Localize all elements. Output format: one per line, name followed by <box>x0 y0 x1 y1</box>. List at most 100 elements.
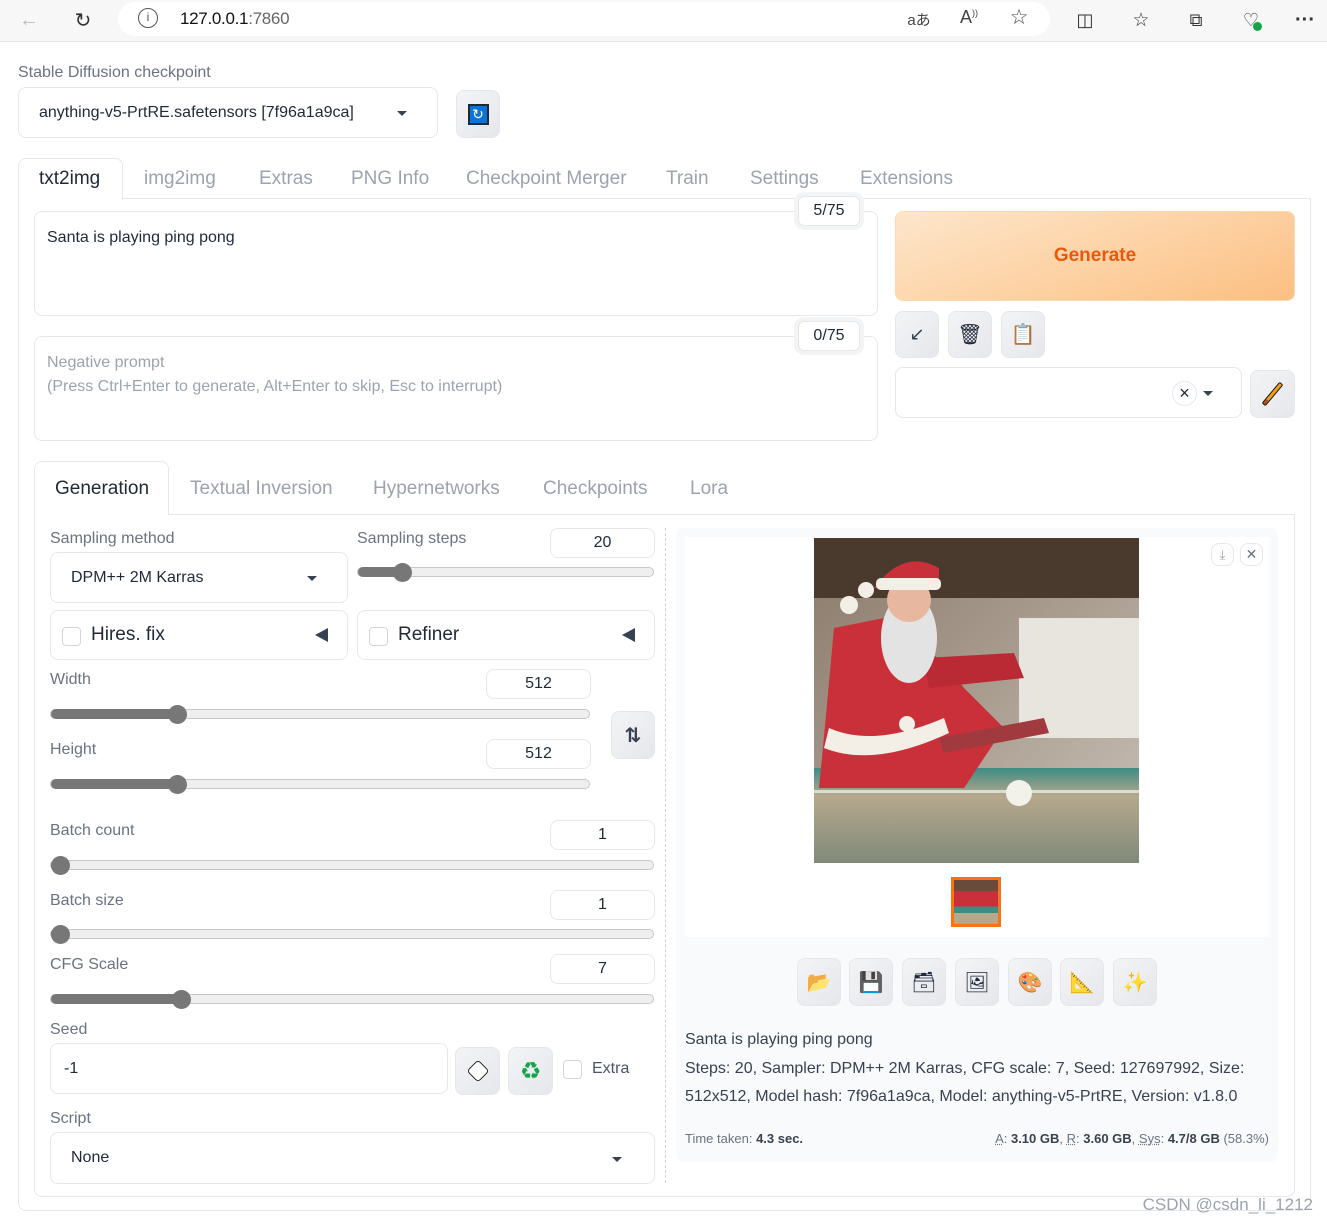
width-label: Width <box>50 671 91 688</box>
seed-value: -1 <box>64 1059 79 1077</box>
subtab-checkpoints[interactable]: Checkpoints <box>543 478 648 500</box>
zip-button[interactable]: 🗃 <box>902 958 946 1006</box>
refiner-accordion[interactable]: Refiner <box>357 610 655 660</box>
favorites-icon[interactable]: ☆ <box>1126 5 1156 35</box>
mem-sys-pct: (58.3%) <box>1223 1131 1269 1146</box>
paintbrush-icon <box>1261 381 1284 407</box>
save-button[interactable]: 💾 <box>849 958 893 1006</box>
seed-input[interactable]: -1 <box>50 1043 448 1094</box>
height-slider[interactable] <box>50 775 590 794</box>
cfg-scale-input[interactable]: 7 <box>550 954 655 984</box>
batch-size-slider[interactable] <box>50 925 654 944</box>
tab-txt2img[interactable]: txt2img <box>39 168 100 190</box>
prompt-token-counter: 5/75 <box>798 196 860 226</box>
negative-prompt-token-counter: 0/75 <box>798 321 860 351</box>
tab-png-info[interactable]: PNG Info <box>351 168 429 190</box>
slider-thumb[interactable] <box>51 925 70 944</box>
chevron-down-icon <box>397 111 407 116</box>
reload-icon[interactable]: ↻ <box>68 5 98 35</box>
tab-settings[interactable]: Settings <box>750 168 819 190</box>
upscale-sparkles-icon: ✨ <box>1122 971 1148 994</box>
tab-train[interactable]: Train <box>666 168 709 190</box>
negative-prompt-input[interactable] <box>34 336 878 441</box>
subtab-hypernetworks[interactable]: Hypernetworks <box>373 478 500 500</box>
send-to-extras-button[interactable]: 📐 <box>1060 958 1104 1006</box>
slider-thumb[interactable] <box>51 856 70 875</box>
download-button[interactable]: ⤓ <box>1211 543 1234 566</box>
swap-arrows-icon: ⇅ <box>624 724 642 747</box>
batch-size-input[interactable]: 1 <box>550 890 655 920</box>
close-icon: ✕ <box>1245 546 1258 562</box>
height-input[interactable]: 512 <box>486 739 591 769</box>
translate-icon[interactable]: aあ <box>904 9 934 30</box>
reuse-seed-button[interactable]: ♻ <box>508 1047 553 1095</box>
refiner-label: Refiner <box>398 624 460 645</box>
slider-fill <box>51 779 178 789</box>
tab-extensions[interactable]: Extensions <box>860 168 953 190</box>
refiner-checkbox[interactable] <box>369 627 388 646</box>
browser-toolbar: ← ↻ i 127.0.0.1:7860 aあ A)) ☆ ◫ ☆ ⧉ ♡ ··… <box>0 0 1327 42</box>
clipboard-icon: 📋 <box>1010 324 1036 346</box>
tab-img2img[interactable]: img2img <box>144 168 216 190</box>
random-seed-button[interactable] <box>455 1047 500 1095</box>
swap-dimensions-button[interactable]: ⇅ <box>611 711 655 759</box>
close-image-button[interactable]: ✕ <box>1240 543 1263 566</box>
clear-prompt-button[interactable]: 🗑 <box>948 311 992 358</box>
sampling-method-dropdown[interactable]: DPM++ 2M Karras <box>50 552 348 603</box>
tab-checkpoint-merger[interactable]: Checkpoint Merger <box>466 168 627 190</box>
column-separator <box>665 528 666 1183</box>
address-bar[interactable]: i 127.0.0.1:7860 aあ A)) ☆ <box>118 2 1050 36</box>
cfg-scale-label: CFG Scale <box>50 956 129 973</box>
open-folder-button[interactable]: 📂 <box>797 958 841 1006</box>
hires-fix-accordion[interactable]: Hires. fix <box>50 610 348 660</box>
width-input[interactable]: 512 <box>486 669 591 699</box>
split-screen-icon[interactable]: ◫ <box>1070 5 1100 35</box>
upscale-button[interactable]: ✨ <box>1113 958 1157 1006</box>
read-generation-params-button[interactable]: ↙ <box>895 311 939 358</box>
back-icon[interactable]: ← <box>14 5 44 35</box>
script-dropdown[interactable]: None <box>50 1132 655 1184</box>
tab-extras[interactable]: Extras <box>259 168 313 190</box>
subtab-generation[interactable]: Generation <box>55 478 149 500</box>
width-slider[interactable] <box>50 705 590 724</box>
prompt-input[interactable] <box>34 211 878 316</box>
recycle-icon: ♻ <box>519 1057 542 1085</box>
batch-count-slider[interactable] <box>50 856 654 875</box>
more-icon[interactable]: ··· <box>1290 5 1320 35</box>
generated-image[interactable] <box>814 538 1139 863</box>
browser-health-icon[interactable]: ♡ <box>1236 5 1266 35</box>
styles-dropdown[interactable]: × <box>895 367 1242 418</box>
hires-fix-checkbox[interactable] <box>62 627 81 646</box>
send-to-inpaint-button[interactable]: 🎨 <box>1008 958 1052 1006</box>
subtab-lora[interactable]: Lora <box>690 478 728 500</box>
sampling-steps-input[interactable]: 20 <box>550 528 655 558</box>
batch-count-label: Batch count <box>50 822 135 839</box>
apply-styles-button[interactable]: 📋 <box>1001 311 1045 358</box>
clear-styles-icon[interactable]: × <box>1172 381 1197 406</box>
info-prompt: Santa is playing ping pong <box>685 1031 873 1048</box>
cfg-scale-slider[interactable] <box>50 990 654 1009</box>
collapse-triangle-icon[interactable] <box>622 628 635 642</box>
batch-count-input[interactable]: 1 <box>550 820 655 850</box>
slider-thumb[interactable] <box>171 990 191 1009</box>
trash-icon: 🗑 <box>957 324 983 346</box>
collapse-triangle-icon[interactable] <box>315 628 328 642</box>
extra-seed-checkbox[interactable] <box>563 1060 582 1079</box>
mem-a-value: 3.10 GB <box>1010 1131 1060 1146</box>
checkpoint-dropdown[interactable]: anything-v5-PrtRE.safetensors [7f96a1a9c… <box>18 87 438 138</box>
send-to-extras-icon: 📐 <box>1069 971 1095 994</box>
image-thumbnail[interactable] <box>951 877 1001 927</box>
sampling-steps-slider[interactable] <box>357 563 654 582</box>
edit-styles-button[interactable] <box>1250 370 1295 418</box>
generate-button[interactable]: Generate <box>895 211 1295 301</box>
subtab-textual-inversion[interactable]: Textual Inversion <box>190 478 333 500</box>
time-taken: Time taken: 4.3 sec. <box>685 1131 803 1146</box>
refresh-checkpoint-button[interactable]: ↻ <box>456 90 500 138</box>
collections-icon[interactable]: ⧉ <box>1181 5 1211 35</box>
mem-a-label: A <box>995 1131 1004 1146</box>
favorite-star-icon[interactable]: ☆ <box>1004 5 1034 30</box>
send-to-img2img-button[interactable]: 🖼 <box>955 958 999 1006</box>
chevron-down-icon <box>612 1157 622 1162</box>
read-aloud-icon[interactable]: A)) <box>954 7 984 28</box>
site-info-icon[interactable]: i <box>138 8 158 28</box>
